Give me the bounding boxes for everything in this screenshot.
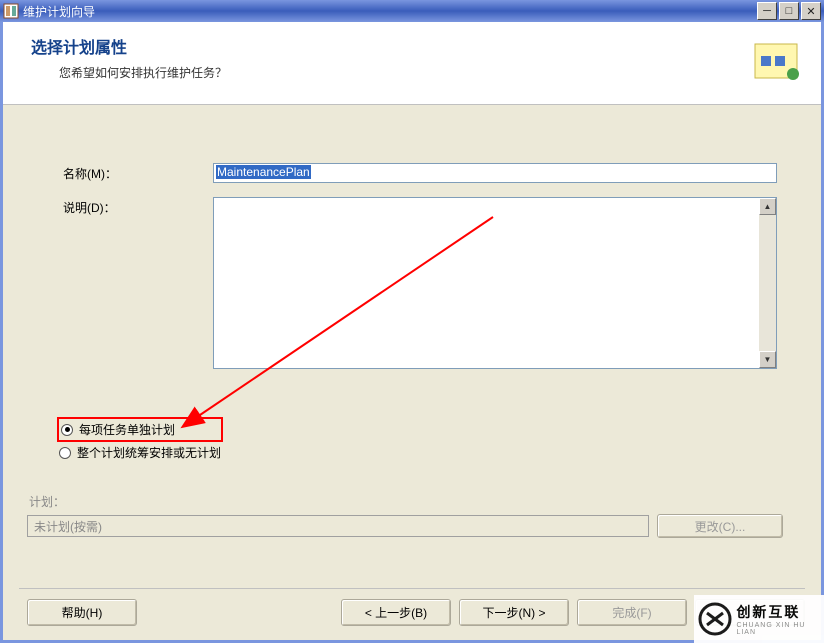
schedule-label: 计划： — [29, 493, 783, 510]
help-label: 帮助(H) — [62, 604, 103, 621]
radio-single-schedule[interactable]: 整个计划统筹安排或无计划 — [57, 442, 223, 463]
window-body: 选择计划属性 您希望如何安排执行维护任务？ 名称(M)： Maintenance… — [0, 22, 824, 643]
radio-label-2: 整个计划统筹安排或无计划 — [77, 444, 221, 461]
desc-label: 说明(D)： — [63, 197, 213, 216]
name-value: MaintenancePlan — [216, 165, 311, 179]
name-input[interactable]: MaintenancePlan — [213, 163, 777, 183]
watermark: 创新互联 CHUANG XIN HU LIAN — [694, 595, 824, 643]
scroll-down-icon[interactable]: ▼ — [759, 351, 776, 368]
schedule-radio-group: 每项任务单独计划 整个计划统筹安排或无计划 — [53, 413, 233, 467]
wizard-header: 选择计划属性 您希望如何安排执行维护任务？ — [3, 22, 821, 105]
minimize-button[interactable]: ─ — [757, 2, 777, 20]
finish-label: 完成(F) — [612, 604, 651, 621]
next-label: 下一步(N) > — [482, 604, 545, 621]
watermark-brand: 创新互联 — [736, 602, 824, 622]
app-icon — [3, 3, 19, 19]
schedule-display: 未计划(按需) — [27, 515, 649, 537]
window-title: 维护计划向导 — [23, 3, 757, 20]
name-label: 名称(M)： — [63, 163, 213, 182]
desc-row: 说明(D)： ▲ ▼ — [63, 197, 777, 369]
next-button[interactable]: 下一步(N) > — [459, 599, 569, 626]
page-subtitle: 您希望如何安排执行维护任务？ — [59, 64, 227, 81]
finish-button: 完成(F) — [577, 599, 687, 626]
page-title: 选择计划属性 — [31, 34, 227, 58]
radio-icon — [61, 424, 73, 436]
scroll-up-icon[interactable]: ▲ — [759, 198, 776, 215]
schedule-value: 未计划(按需) — [34, 518, 102, 535]
back-label: < 上一步(B) — [365, 604, 427, 621]
watermark-sub: CHUANG XIN HU LIAN — [736, 622, 824, 636]
desc-textarea[interactable]: ▲ ▼ — [213, 197, 777, 369]
window-controls: ─ □ ✕ — [757, 2, 821, 20]
wizard-button-bar: 帮助(H) < 上一步(B) 下一步(N) > 完成(F) 取消 — [19, 588, 805, 626]
back-button[interactable]: < 上一步(B) — [341, 599, 451, 626]
name-row: 名称(M)： MaintenancePlan — [63, 163, 777, 183]
close-button[interactable]: ✕ — [801, 2, 821, 20]
change-btn-label: 更改(C)... — [695, 518, 746, 535]
schedule-section: 计划： 未计划(按需) 更改(C)... — [23, 493, 787, 538]
radio-icon — [59, 447, 71, 459]
help-button[interactable]: 帮助(H) — [27, 599, 137, 626]
wizard-icon — [749, 34, 805, 90]
maximize-button[interactable]: □ — [779, 2, 799, 20]
radio-label-1: 每项任务单独计划 — [79, 421, 175, 438]
radio-separate-schedule[interactable]: 每项任务单独计划 — [57, 417, 223, 442]
form-area: 名称(M)： MaintenancePlan 说明(D)： ▲ ▼ 每项任务单独… — [3, 105, 821, 538]
scrollbar[interactable]: ▲ ▼ — [759, 198, 776, 368]
watermark-logo-icon — [698, 601, 732, 637]
change-schedule-button: 更改(C)... — [657, 514, 783, 538]
titlebar: 维护计划向导 ─ □ ✕ — [0, 0, 824, 22]
